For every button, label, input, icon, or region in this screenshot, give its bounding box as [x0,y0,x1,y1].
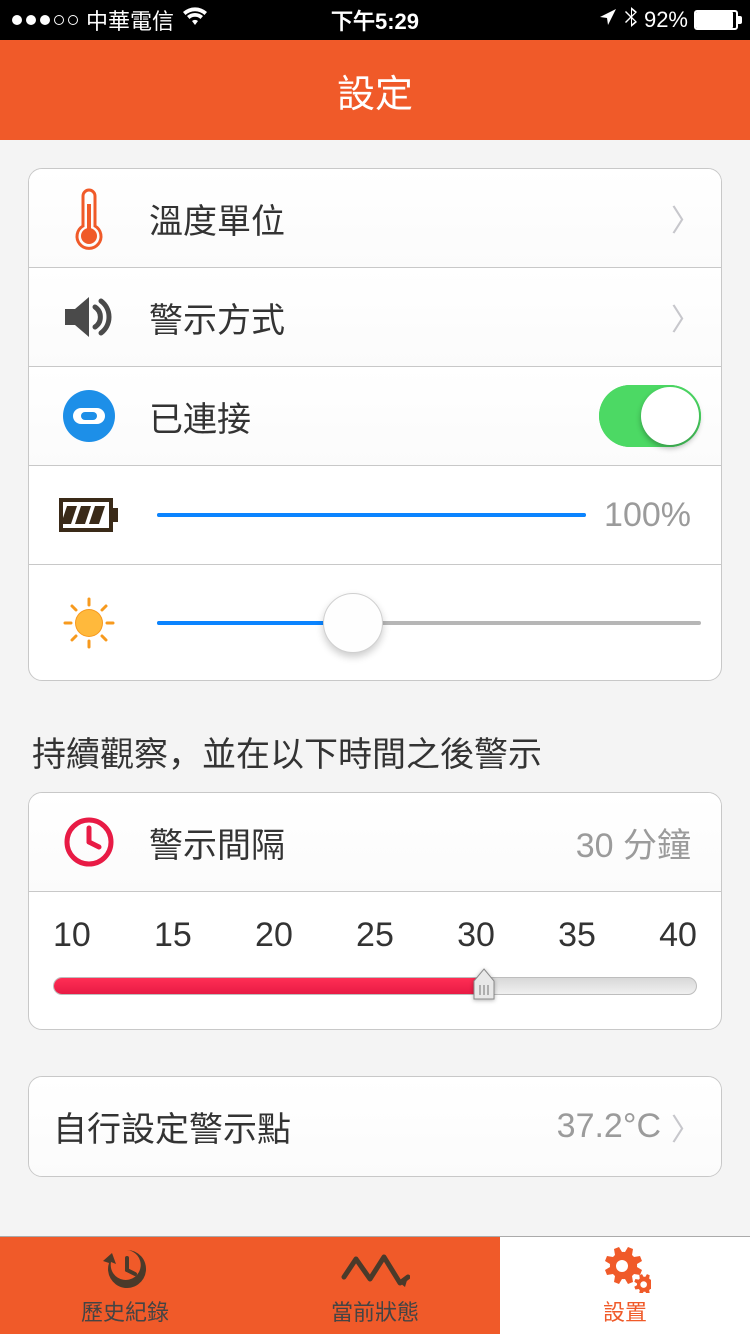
connected-toggle[interactable] [599,385,701,447]
battery-icon [694,10,738,30]
clock-icon [49,815,129,869]
section-interval-label: 持續觀察，並在以下時間之後警示 [32,727,718,776]
battery-value: 100% [604,496,691,535]
bluetooth-icon [624,6,638,34]
status-time: 下午5:29 [331,4,419,36]
settings-card: 溫度單位 〉 警示方式 〉 已連接 100% [28,168,722,681]
page-title: 設定 [337,63,413,118]
interval-slider[interactable] [53,977,697,995]
custom-point-card: 自行設定警示點 37.2°C 〉 [28,1076,722,1177]
tab-label: 設置 [603,1295,647,1327]
nav-header: 設定 [0,40,750,140]
tab-current[interactable]: 當前狀態 [250,1237,500,1334]
row-label: 警示間隔 [129,818,576,867]
battery-progress [157,513,586,517]
row-alert-mode[interactable]: 警示方式 〉 [29,268,721,367]
battery-percent: 92% [644,7,688,33]
status-bar: 中華電信 下午5:29 92% [0,0,750,40]
carrier-label: 中華電信 [86,4,174,36]
speaker-icon [49,293,129,341]
sun-icon [49,595,129,651]
row-alert-interval[interactable]: 警示間隔 30 分鐘 [29,793,721,892]
location-icon [598,7,618,33]
row-label: 自行設定警示點 [49,1102,557,1151]
history-icon [100,1245,150,1293]
interval-ticks: 10 15 20 25 30 35 40 [43,896,707,963]
interval-card: 警示間隔 30 分鐘 10 15 20 25 30 35 40 [28,792,722,1030]
row-temperature-unit[interactable]: 溫度單位 〉 [29,169,721,268]
signal-dots-icon [12,15,78,25]
device-icon [49,388,129,444]
gear-icon [599,1245,651,1293]
activity-icon [340,1245,410,1293]
row-brightness [29,565,721,680]
row-label: 已連接 [129,392,599,441]
interval-value: 30 分鐘 [576,818,691,867]
chevron-right-icon: 〉 [671,196,701,240]
row-custom-alert-point[interactable]: 自行設定警示點 37.2°C 〉 [29,1077,721,1176]
row-label: 溫度單位 [129,194,671,243]
chevron-right-icon: 〉 [671,295,701,339]
row-battery: 100% [29,466,721,565]
tab-bar: 歷史紀錄 當前狀態 設置 [0,1236,750,1334]
row-connected: 已連接 [29,367,721,466]
chevron-right-icon: 〉 [671,1105,701,1149]
tab-label: 歷史紀錄 [81,1295,169,1327]
row-label: 警示方式 [129,293,671,342]
tab-history[interactable]: 歷史紀錄 [0,1237,250,1334]
thermometer-icon [49,186,129,250]
battery-icon [49,498,129,532]
brightness-slider[interactable] [157,621,701,625]
tab-label: 當前狀態 [331,1295,419,1327]
wifi-icon [182,7,208,33]
custom-point-value: 37.2°C [557,1107,661,1146]
tab-settings[interactable]: 設置 [500,1237,750,1334]
